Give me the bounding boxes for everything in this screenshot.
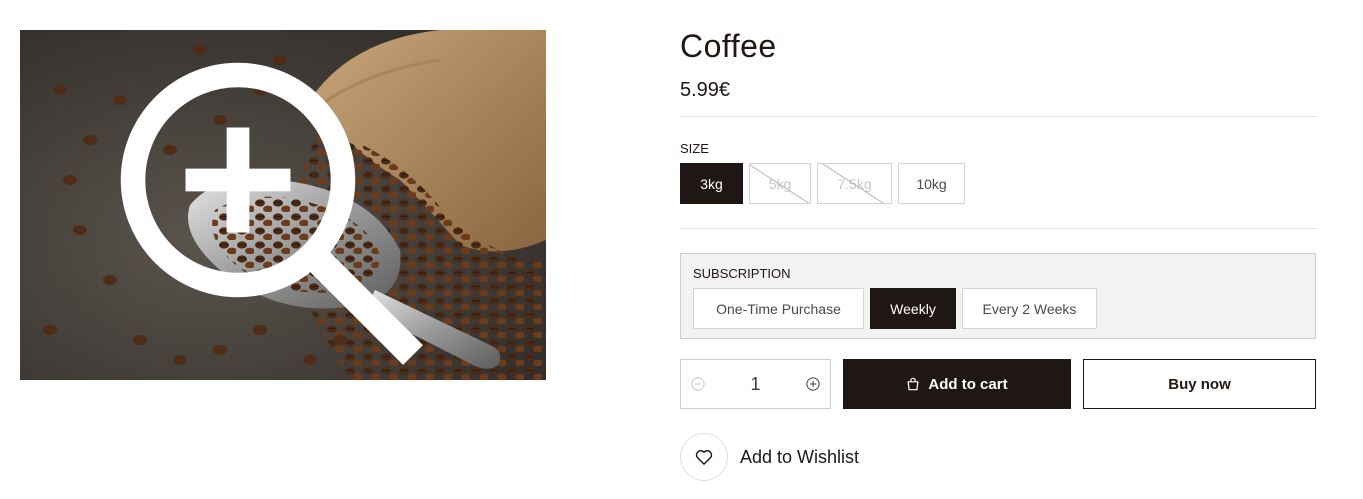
quantity-stepper [680,359,831,409]
cart-actions: Add to cart Buy now [680,359,1316,409]
subscription-option-weekly[interactable]: Weekly [870,288,956,329]
plus-circle-icon[interactable] [806,377,820,391]
add-to-cart-button[interactable]: Add to cart [843,359,1071,409]
divider [680,116,1316,117]
subscription-option-every-2-weeks[interactable]: Every 2 Weeks [962,288,1097,329]
subscription-option-one-time[interactable]: One-Time Purchase [693,288,864,329]
subscription-panel: SUBSCRIPTION One-Time Purchase Weekly Ev… [680,253,1316,339]
divider [680,228,1316,229]
wishlist-icon-circle [680,433,728,481]
size-option-10kg[interactable]: 10kg [898,163,965,204]
add-to-wishlist-button[interactable]: Add to Wishlist [680,433,859,481]
shopping-bag-icon [907,377,919,391]
heart-icon [695,450,713,465]
subscription-label: SUBSCRIPTION [693,266,791,281]
buy-now-button[interactable]: Buy now [1083,359,1316,409]
product-price: 5.99€ [680,79,731,101]
size-options: 3kg 5kg 7.5kg 10kg [680,163,1316,204]
zoom-in-icon[interactable] [20,40,536,380]
quantity-input[interactable] [735,373,776,395]
size-option-7-5kg[interactable]: 7.5kg [817,163,892,204]
size-option-3kg[interactable]: 3kg [680,163,743,204]
minus-circle-icon[interactable] [691,377,705,391]
product-image[interactable] [20,30,546,380]
subscription-options: One-Time Purchase Weekly Every 2 Weeks [693,288,1303,329]
product-title: Coffee [680,28,777,64]
wishlist-label: Add to Wishlist [740,446,860,467]
size-option-5kg[interactable]: 5kg [749,163,811,204]
size-label: SIZE [680,141,709,156]
add-to-cart-label: Add to cart [928,375,1008,393]
product-info: Coffee 5.99€ SIZE 3kg 5kg 7.5kg 10kg SUB… [680,26,1316,339]
